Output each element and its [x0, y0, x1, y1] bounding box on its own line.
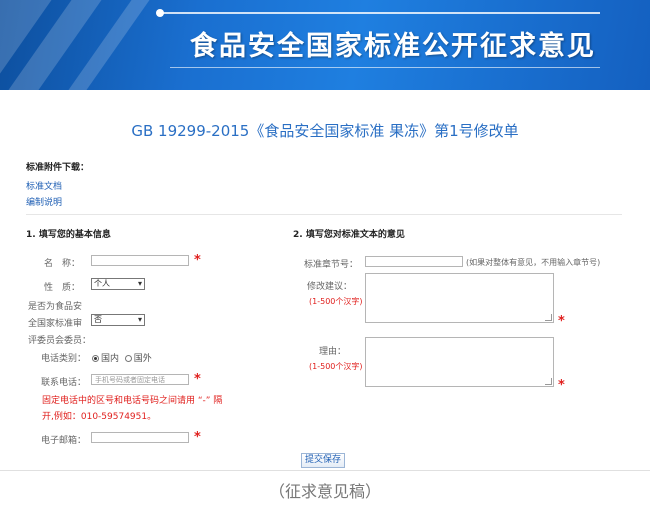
- phone-placeholder: 手机号码或者固定电话: [95, 376, 165, 384]
- page-title: GB 19299-2015《食品安全国家标准 果冻》第1号修改单: [131, 122, 519, 140]
- committee-label-line1: 是否为食品安: [28, 302, 83, 312]
- chapter-input[interactable]: [365, 256, 463, 267]
- phone-label: 联系电话：: [40, 378, 86, 388]
- radio-foreign[interactable]: [124, 355, 132, 362]
- identity-select-value: 个人: [94, 279, 110, 288]
- attachment-link-explanation[interactable]: 编制说明: [26, 195, 62, 208]
- header-banner: 食品安全国家标准公开征求意见: [0, 0, 650, 90]
- committee-label-line3: 评委员会委员：: [28, 336, 92, 346]
- required-mark: *: [558, 378, 565, 393]
- divider: [0, 470, 650, 471]
- radio-domestic[interactable]: [92, 355, 99, 362]
- resize-handle-icon[interactable]: [545, 314, 552, 321]
- required-mark: *: [194, 372, 201, 387]
- caption: （征求意见稿）: [268, 482, 381, 501]
- reason-limit: (1-500个汉字): [309, 362, 363, 371]
- phone-note-line2: 开,例如：010-59574951。: [42, 412, 157, 422]
- reason-textarea[interactable]: [365, 337, 554, 387]
- attachments-heading: 标准附件下载：: [26, 163, 90, 173]
- suggestion-textarea[interactable]: [365, 273, 554, 323]
- suggestion-label: 修改建议：: [306, 282, 352, 292]
- chevron-down-icon: ▾: [137, 315, 142, 324]
- required-mark: *: [194, 430, 201, 445]
- divider: [26, 214, 622, 215]
- reason-label: 理由：: [318, 347, 346, 357]
- section1-heading: 1. 填写您的基本信息: [26, 230, 111, 240]
- email-label: 电子邮箱：: [40, 436, 86, 446]
- phone-type-label: 电话类别：: [40, 354, 86, 364]
- banner-title: 食品安全国家标准公开征求意见: [190, 31, 596, 62]
- phone-note-line1: 固定电话中的区号和电话号码之间请用 “-” 隔: [42, 396, 223, 406]
- banner-line: [160, 12, 600, 14]
- section2-heading: 2. 填写您对标准文本的意见: [293, 230, 405, 240]
- committee-select[interactable]: 否 ▾: [91, 314, 145, 326]
- identity-select[interactable]: 个人 ▾: [91, 278, 145, 290]
- name-label: 名 称：: [43, 259, 80, 269]
- required-mark: *: [194, 253, 201, 268]
- chapter-label: 标准章节号：: [303, 260, 358, 270]
- name-input[interactable]: [91, 255, 189, 266]
- required-mark: *: [558, 314, 565, 329]
- banner-line: [170, 67, 600, 68]
- suggestion-limit: (1-500个汉字): [309, 297, 363, 306]
- submit-button[interactable]: 提交保存: [301, 453, 345, 468]
- identity-label: 性 质：: [43, 283, 80, 293]
- phone-input[interactable]: 手机号码或者固定电话: [91, 374, 189, 385]
- resize-handle-icon[interactable]: [545, 378, 552, 385]
- email-input[interactable]: [91, 432, 189, 443]
- radio-domestic-label: 国内: [101, 354, 120, 364]
- chevron-down-icon: ▾: [137, 279, 142, 288]
- attachment-link-standard[interactable]: 标准文档: [26, 179, 62, 192]
- phone-type-radio-group: 国内 国外: [92, 351, 152, 364]
- committee-select-value: 否: [94, 315, 102, 324]
- chapter-hint: (如果对整体有意见，不用输入章节号): [466, 258, 601, 267]
- radio-foreign-label: 国外: [133, 354, 152, 364]
- committee-label-line2: 全国家标准审: [28, 319, 83, 329]
